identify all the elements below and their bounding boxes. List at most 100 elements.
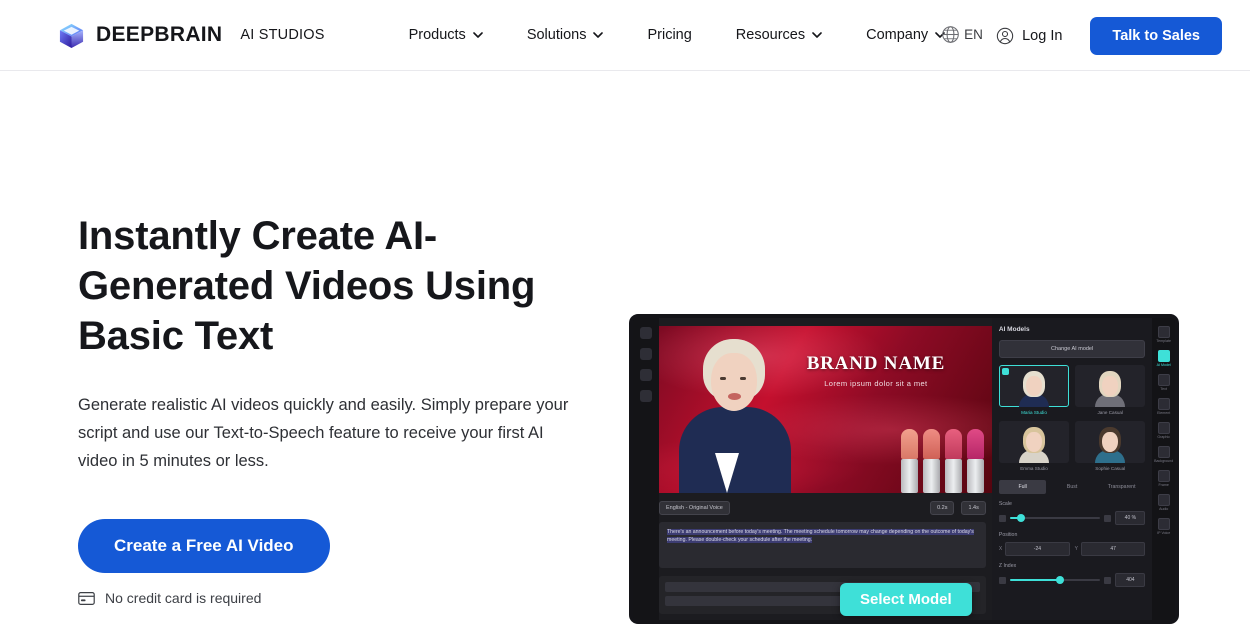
- rail-item-background[interactable]: Background: [1153, 444, 1174, 465]
- position-x-value[interactable]: -24: [1005, 542, 1070, 556]
- nav-label: Pricing: [647, 27, 692, 43]
- cube-logo-icon: [59, 23, 84, 48]
- right-icon-rail: Template AI Model Text Element Graphic B…: [1152, 318, 1175, 620]
- brand-title: BRAND NAME: [806, 353, 946, 374]
- rail-item-element[interactable]: Element: [1153, 396, 1174, 417]
- timing-chip[interactable]: 1.4s: [961, 501, 986, 515]
- nav-label: Resources: [735, 27, 806, 43]
- rail-item-frame[interactable]: Frame: [1153, 468, 1174, 489]
- tab-full[interactable]: Full: [998, 480, 1047, 494]
- model-card[interactable]: Maria Studio: [998, 365, 1070, 415]
- select-model-button[interactable]: Select Model: [840, 583, 972, 616]
- nav-label: Company: [866, 27, 929, 43]
- scale-value[interactable]: 40 %: [1115, 511, 1146, 525]
- model-card[interactable]: Sophie Casual: [1075, 421, 1146, 471]
- script-textarea[interactable]: There's an announcement before today's m…: [659, 522, 986, 568]
- brand-name: DEEPBRAIN: [96, 23, 223, 46]
- login-link[interactable]: Log In: [996, 27, 1062, 45]
- rail-label: AI Model: [1156, 363, 1171, 367]
- template-icon: [1157, 326, 1170, 338]
- rail-item-graphic[interactable]: Graphic: [1153, 420, 1174, 441]
- chevron-down-icon: [812, 32, 822, 38]
- timeline-clip[interactable]: [665, 596, 862, 606]
- nav-item-solutions[interactable]: Solutions: [505, 27, 626, 43]
- change-ai-model-button[interactable]: Change AI model: [998, 340, 1146, 358]
- rail-item-ai-model[interactable]: AI Model: [1153, 348, 1174, 369]
- scale-label: Scale: [998, 501, 1012, 507]
- product-preview-mock: BRAND NAME Lorem ipsum dolor sit a met E…: [629, 314, 1179, 624]
- nav-label: Solutions: [526, 27, 587, 43]
- left-tool-rail: [633, 318, 659, 620]
- model-name: Emma Studio: [1020, 466, 1048, 471]
- brand-logo[interactable]: DEEPBRAIN AI STUDIOS: [58, 22, 325, 49]
- rail-label: Text: [1160, 387, 1167, 391]
- brand-subtitle: Lorem ipsum dolor sit a met: [824, 379, 928, 388]
- rail-label: Template: [1156, 339, 1171, 343]
- hero-section: Instantly Create AI-Generated Videos Usi…: [0, 71, 1250, 630]
- z-index-max-icon: [1104, 576, 1112, 584]
- scale-slider-row: 40 %: [998, 511, 1146, 525]
- talk-to-sales-button[interactable]: Talk to Sales: [1090, 16, 1222, 55]
- scale-slider[interactable]: [1009, 514, 1101, 522]
- rail-item-audio[interactable]: Audio: [1153, 492, 1174, 513]
- position-y-field[interactable]: Y 47: [1075, 542, 1146, 556]
- model-card[interactable]: Jane Casual: [1075, 365, 1146, 415]
- stage-toolbar: English - Original Voice 0.2s 1.4s: [659, 498, 986, 518]
- graphic-icon: [1157, 422, 1170, 434]
- user-circle-icon: [996, 27, 1014, 44]
- ai-presenter-avatar: [671, 333, 801, 493]
- chevron-down-icon: [473, 32, 483, 38]
- voice-chip-label: English - Original Voice: [666, 505, 723, 511]
- model-name: Maria Studio: [1021, 410, 1047, 415]
- position-y-value[interactable]: 47: [1080, 542, 1146, 556]
- timing-chips: 0.2s 1.4s: [930, 501, 986, 515]
- script-text: There's an announcement before today's m…: [667, 529, 974, 543]
- video-stage: BRAND NAME Lorem ipsum dolor sit a met: [659, 326, 992, 493]
- tool-icon[interactable]: [640, 348, 652, 360]
- language-label: EN: [964, 27, 983, 42]
- tool-icon[interactable]: [640, 369, 652, 381]
- voice-selector-chip[interactable]: English - Original Voice: [659, 501, 730, 515]
- rail-label: Frame: [1158, 483, 1169, 487]
- main-nav: Products Solutions Pricing Resources Com…: [387, 27, 968, 43]
- model-grid: Maria Studio Jane Casual Emma Studio Sop…: [998, 365, 1146, 471]
- audio-icon: [1157, 494, 1170, 506]
- model-card[interactable]: Emma Studio: [998, 421, 1070, 471]
- scale-min-icon: [998, 514, 1006, 522]
- login-label: Log In: [1022, 27, 1063, 44]
- tool-icon[interactable]: [640, 390, 652, 402]
- crop-tabs: Full Bust Transparent: [998, 480, 1146, 494]
- hero-copy: Instantly Create AI-Generated Videos Usi…: [78, 211, 598, 606]
- hero-title: Instantly Create AI-Generated Videos Usi…: [78, 214, 536, 358]
- selected-badge-icon: [1001, 368, 1009, 375]
- rail-item-ip-voice[interactable]: IP Voice: [1153, 516, 1174, 537]
- ai-models-panel: AI Models Change AI model Maria Studio J…: [991, 318, 1153, 620]
- rail-item-template[interactable]: Template: [1153, 324, 1174, 345]
- tool-icon[interactable]: [640, 327, 652, 339]
- timing-chip[interactable]: 0.2s: [930, 501, 955, 515]
- z-index-slider[interactable]: [1009, 576, 1101, 584]
- nav-label: Products: [408, 27, 466, 43]
- nav-item-resources[interactable]: Resources: [714, 27, 844, 43]
- stage-brand-text: BRAND NAME Lorem ipsum dolor sit a met: [776, 353, 976, 388]
- z-index-value[interactable]: 404: [1115, 573, 1146, 587]
- editor-canvas-area: BRAND NAME Lorem ipsum dolor sit a met E…: [633, 318, 992, 620]
- position-x-field[interactable]: X -24: [999, 542, 1070, 556]
- rail-item-text[interactable]: Text: [1153, 372, 1174, 393]
- tab-transparent[interactable]: Transparent: [1098, 480, 1146, 494]
- nav-item-products[interactable]: Products: [387, 27, 505, 43]
- no-credit-card-label: No credit card is required: [105, 590, 262, 606]
- lipstick-props: [900, 429, 984, 493]
- credit-card-icon: [78, 591, 95, 605]
- rail-label: Graphic: [1157, 435, 1170, 439]
- z-index-slider-row: 404: [998, 573, 1146, 587]
- tab-bust[interactable]: Bust: [1048, 480, 1096, 494]
- nav-item-pricing[interactable]: Pricing: [625, 27, 713, 43]
- position-fields: X -24 Y 47: [999, 542, 1146, 556]
- create-free-ai-video-button[interactable]: Create a Free AI Video: [78, 519, 330, 573]
- element-icon: [1157, 398, 1170, 410]
- language-selector[interactable]: EN: [941, 25, 983, 44]
- no-credit-card-note: No credit card is required: [78, 590, 598, 606]
- position-x-label: X: [998, 546, 1003, 552]
- header-right-group: EN Log In Talk to Sales: [942, 0, 1250, 71]
